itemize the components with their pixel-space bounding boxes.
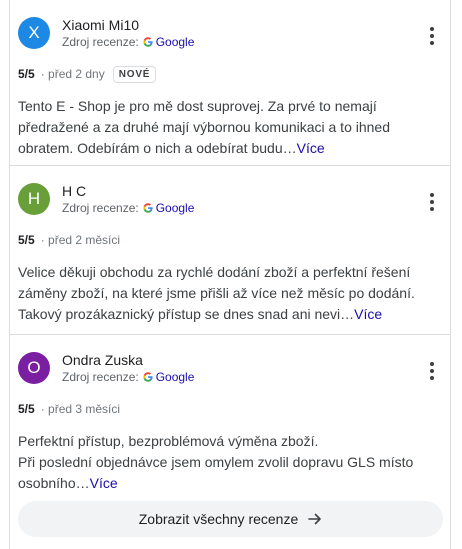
rating-row: 5/5 · před 3 měsíci xyxy=(18,399,450,419)
review-header: X Xiaomi Mi10 Zdroj recenze: Google xyxy=(18,17,450,53)
review-card: H H C Zdroj recenze: Google 5/5 · před 2… xyxy=(10,166,450,335)
reviewer-name[interactable]: Ondra Zuska xyxy=(62,351,194,369)
source-brand: Google xyxy=(155,35,195,49)
more-vert-icon[interactable] xyxy=(422,359,442,383)
show-all-label: Zobrazit všechny recenze xyxy=(138,511,299,527)
avatar[interactable]: O xyxy=(18,352,50,384)
review-text: Velice děkuji obchodu za rychlé dodání z… xyxy=(18,262,450,325)
reviewer-name[interactable]: Xiaomi Mi10 xyxy=(62,16,194,34)
review-body: Perfektní přístup, bezproblémová výměna … xyxy=(18,433,414,491)
review-header: O Ondra Zuska Zdroj recenze: Google xyxy=(18,352,450,388)
read-more-link[interactable]: Více xyxy=(354,306,382,322)
review-card: O Ondra Zuska Zdroj recenze: Google 5/5 xyxy=(10,335,450,491)
new-badge: NOVÉ xyxy=(112,65,157,83)
review-date: · před 2 měsíci xyxy=(40,233,121,247)
source-label: Zdroj recenze: xyxy=(62,201,139,215)
reviewer-meta: Ondra Zuska Zdroj recenze: Google xyxy=(62,352,194,385)
google-g-icon xyxy=(143,203,153,213)
review-body: Tento E - Shop je pro mě dost suprovej. … xyxy=(18,98,390,156)
avatar[interactable]: X xyxy=(18,17,50,49)
source-label: Zdroj recenze: xyxy=(62,35,139,49)
rating-row: 5/5 · před 2 dny NOVÉ xyxy=(18,64,450,84)
source-brand: Google xyxy=(155,201,195,215)
review-source: Zdroj recenze: Google xyxy=(62,34,194,50)
reviewer-meta: H C Zdroj recenze: Google xyxy=(62,183,194,216)
source-brand: Google xyxy=(155,370,195,384)
rating-value: 5/5 xyxy=(18,233,35,247)
reviewer-meta: Xiaomi Mi10 Zdroj recenze: Google xyxy=(62,17,194,50)
google-g-icon xyxy=(143,372,153,382)
avatar[interactable]: H xyxy=(18,183,50,215)
read-more-link[interactable]: Více xyxy=(297,140,325,156)
review-header: H H C Zdroj recenze: Google xyxy=(18,183,450,219)
reviews-panel: X Xiaomi Mi10 Zdroj recenze: Google 5/5 xyxy=(9,0,451,549)
rating-value: 5/5 xyxy=(18,402,35,416)
review-card: X Xiaomi Mi10 Zdroj recenze: Google 5/5 xyxy=(10,0,450,166)
more-vert-icon[interactable] xyxy=(422,190,442,214)
review-date: · před 3 měsíci xyxy=(40,402,121,416)
arrow-right-icon xyxy=(308,513,322,525)
rating-row: 5/5 · před 2 měsíci xyxy=(18,230,450,250)
more-vert-icon[interactable] xyxy=(422,24,442,48)
review-source: Zdroj recenze: Google xyxy=(62,200,194,216)
review-text: Perfektní přístup, bezproblémová výměna … xyxy=(18,431,450,494)
source-label: Zdroj recenze: xyxy=(62,370,139,384)
reviewer-name[interactable]: H C xyxy=(62,182,194,200)
review-text: Tento E - Shop je pro mě dost suprovej. … xyxy=(18,96,450,159)
review-source: Zdroj recenze: Google xyxy=(62,369,194,385)
rating-value: 5/5 xyxy=(18,67,35,81)
google-g-icon xyxy=(143,37,153,47)
show-all-reviews-button[interactable]: Zobrazit všechny recenze xyxy=(18,501,443,537)
review-date: · před 2 dny xyxy=(40,67,105,81)
read-more-link[interactable]: Více xyxy=(90,475,118,491)
